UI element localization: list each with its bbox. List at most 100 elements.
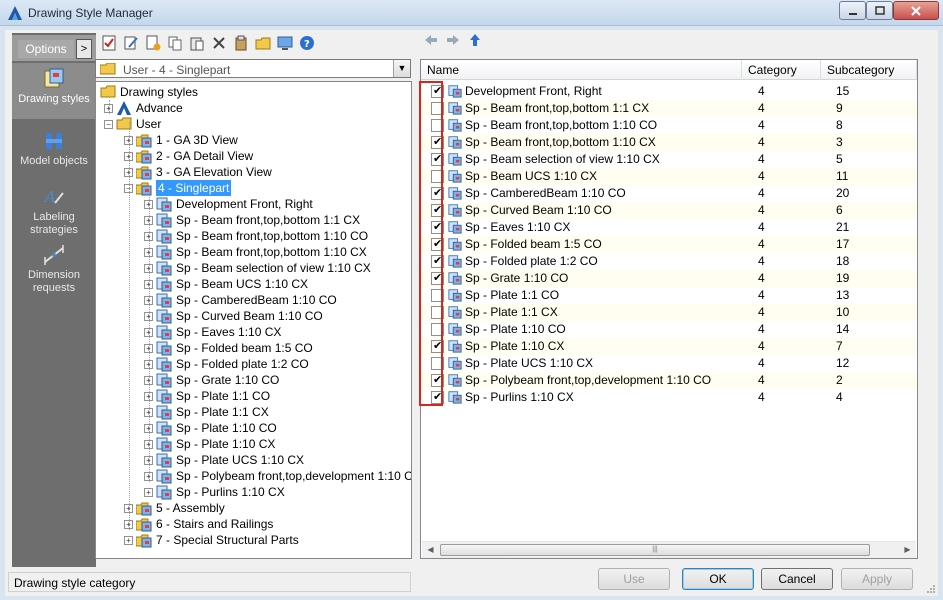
tree-item-style[interactable]: + Sp - Eaves 1:10 CX [144, 324, 281, 340]
row-checkbox[interactable] [431, 306, 444, 319]
tree-item-style[interactable]: + Sp - Plate 1:10 CO [144, 420, 277, 436]
tree-item-style[interactable]: + Sp - Plate 1:10 CX [144, 436, 275, 452]
column-header-category[interactable]: Category [742, 60, 821, 80]
row-checkbox[interactable] [431, 253, 444, 270]
row-checkbox[interactable] [431, 134, 444, 151]
grid-row[interactable]: Sp - Beam front,top,bottom 1:1 CX 4 9 [421, 100, 917, 117]
nav-item-model-objects[interactable]: Model objects [12, 125, 96, 173]
tree-item-group[interactable]: +6 - Stairs and Railings [124, 516, 273, 532]
apply-button[interactable]: Apply [841, 568, 913, 590]
row-checkbox[interactable] [431, 170, 444, 183]
clipboard-button[interactable] [231, 34, 250, 53]
new-style-button[interactable] [143, 34, 162, 53]
row-checkbox[interactable] [431, 236, 444, 253]
tree-item-style[interactable]: + Sp - Plate UCS 1:10 CX [144, 452, 304, 468]
tree-item-group[interactable]: +7 - Special Structural Parts [124, 532, 299, 548]
row-checkbox[interactable] [431, 323, 444, 336]
row-checkbox[interactable] [431, 389, 444, 406]
maximize-button[interactable] [866, 1, 893, 20]
scroll-left-icon[interactable]: ◀ [422, 542, 439, 558]
row-checkbox[interactable] [431, 289, 444, 302]
tree-item-advance[interactable]: + Advance [104, 100, 183, 116]
column-header-subcategory[interactable]: Subcategory [821, 60, 917, 80]
delete-button[interactable] [209, 34, 228, 53]
scrollbar-thumb[interactable]: ||| [440, 544, 870, 556]
grid-row[interactable]: Sp - Folded plate 1:2 CO 4 18 [421, 253, 917, 270]
ok-button[interactable]: OK [682, 568, 754, 590]
tree-item-group[interactable]: +2 - GA Detail View [124, 148, 253, 164]
tree-item-style[interactable]: + Sp - Purlins 1:10 CX [144, 484, 285, 500]
grid-row[interactable]: Development Front, Right 4 15 [421, 83, 917, 100]
tree-item-style[interactable]: + Sp - Beam selection of view 1:10 CX [144, 260, 371, 276]
preview-button[interactable] [275, 34, 294, 53]
grid-row[interactable]: Sp - Folded beam 1:5 CO 4 17 [421, 236, 917, 253]
up-arrow-icon[interactable] [468, 33, 482, 47]
minimize-button[interactable] [839, 1, 866, 20]
grid-row[interactable]: Sp - Plate 1:1 CX 4 10 [421, 304, 917, 321]
tree-item-style[interactable]: + Sp - Polybeam front,top,development 1:1… [144, 468, 411, 484]
row-checkbox[interactable] [431, 119, 444, 132]
grid-row[interactable]: Sp - Plate UCS 1:10 CX 4 12 [421, 355, 917, 372]
style-selector-dropdown[interactable]: User - 4 - Singlepart ▼ [95, 59, 411, 78]
row-checkbox[interactable] [431, 357, 444, 370]
row-checkbox[interactable] [431, 219, 444, 236]
tree-item-style[interactable]: + Sp - Beam front,top,bottom 1:10 CX [144, 244, 367, 260]
row-checkbox[interactable] [431, 102, 444, 115]
tree-item-style[interactable]: + Sp - Plate 1:1 CO [144, 388, 270, 404]
tree-item-style[interactable]: + Sp - Plate 1:1 CX [144, 404, 269, 420]
options-expand-button[interactable]: > [76, 39, 92, 59]
check-style-button[interactable] [99, 34, 118, 53]
tree-item-user[interactable]: − User [104, 116, 161, 132]
copy-button[interactable] [165, 34, 184, 53]
tree-item-style[interactable]: + Development Front, Right [144, 196, 313, 212]
tree-item-style[interactable]: + Sp - Beam front,top,bottom 1:10 CO [144, 228, 368, 244]
horizontal-scrollbar[interactable]: ◀ ||| ▶ [422, 541, 916, 558]
nav-item-labeling-strategies[interactable]: A Labeling strategies [12, 181, 96, 237]
grid-row[interactable]: Sp - Eaves 1:10 CX 4 21 [421, 219, 917, 236]
grid-row[interactable]: Sp - Curved Beam 1:10 CO 4 6 [421, 202, 917, 219]
use-button[interactable]: Use [598, 568, 670, 590]
tree-expander-icon[interactable]: − [104, 119, 113, 129]
resize-grip-icon[interactable] [926, 584, 936, 594]
grid-row[interactable]: Sp - Plate 1:10 CX 4 7 [421, 338, 917, 355]
tree-item-group[interactable]: +1 - GA 3D View [124, 132, 238, 148]
grid-row[interactable]: Sp - Plate 1:1 CO 4 13 [421, 287, 917, 304]
row-checkbox[interactable] [431, 338, 444, 355]
cancel-button[interactable]: Cancel [761, 568, 833, 590]
row-checkbox[interactable] [431, 270, 444, 287]
tree-item-root[interactable]: Drawing styles [100, 84, 198, 100]
open-folder-button[interactable] [253, 34, 272, 53]
tree-item-style[interactable]: + Sp - Beam front,top,bottom 1:1 CX [144, 212, 360, 228]
grid-row[interactable]: Sp - Beam front,top,bottom 1:10 CO 4 8 [421, 117, 917, 134]
back-arrow-icon[interactable] [424, 33, 438, 47]
row-checkbox[interactable] [431, 372, 444, 389]
row-checkbox[interactable] [431, 185, 444, 202]
tree-item-style[interactable]: + Sp - CamberedBeam 1:10 CO [144, 292, 337, 308]
column-header-name[interactable]: Name [421, 60, 742, 80]
grid-row[interactable]: Sp - CamberedBeam 1:10 CO 4 20 [421, 185, 917, 202]
grid-row[interactable]: Sp - Beam selection of view 1:10 CX 4 5 [421, 151, 917, 168]
edit-style-button[interactable] [121, 34, 140, 53]
tree-item-style[interactable]: + Sp - Beam UCS 1:10 CX [144, 276, 308, 292]
row-checkbox[interactable] [431, 83, 444, 100]
row-checkbox[interactable] [431, 151, 444, 168]
nav-item-drawing-styles[interactable]: Drawing styles [12, 63, 96, 119]
grid-row[interactable]: Sp - Polybeam front,top,development 1:10… [421, 372, 917, 389]
tree-item-style[interactable]: + Sp - Folded plate 1:2 CO [144, 356, 309, 372]
tree-item-group[interactable]: +5 - Assembly [124, 500, 225, 516]
chevron-down-icon[interactable]: ▼ [393, 60, 410, 77]
help-button[interactable]: ? [297, 34, 316, 53]
options-button[interactable]: Options [18, 40, 74, 58]
tree-expander-icon[interactable]: + [144, 487, 153, 497]
close-button[interactable] [893, 1, 939, 20]
grid-row[interactable]: Sp - Beam front,top,bottom 1:10 CX 4 3 [421, 134, 917, 151]
row-checkbox[interactable] [431, 202, 444, 219]
scroll-right-icon[interactable]: ▶ [899, 542, 916, 558]
grid-row[interactable]: Sp - Purlins 1:10 CX 4 4 [421, 389, 917, 406]
grid-row[interactable]: Sp - Beam UCS 1:10 CX 4 11 [421, 168, 917, 185]
nav-item-dimension-requests[interactable]: Dimension requests [12, 239, 96, 295]
forward-arrow-icon[interactable] [446, 33, 460, 47]
tree-item-style[interactable]: + Sp - Folded beam 1:5 CO [144, 340, 313, 356]
tree-item-style[interactable]: + Sp - Curved Beam 1:10 CO [144, 308, 323, 324]
tree-item-selected-group[interactable]: −4 - Singlepart [124, 180, 232, 196]
